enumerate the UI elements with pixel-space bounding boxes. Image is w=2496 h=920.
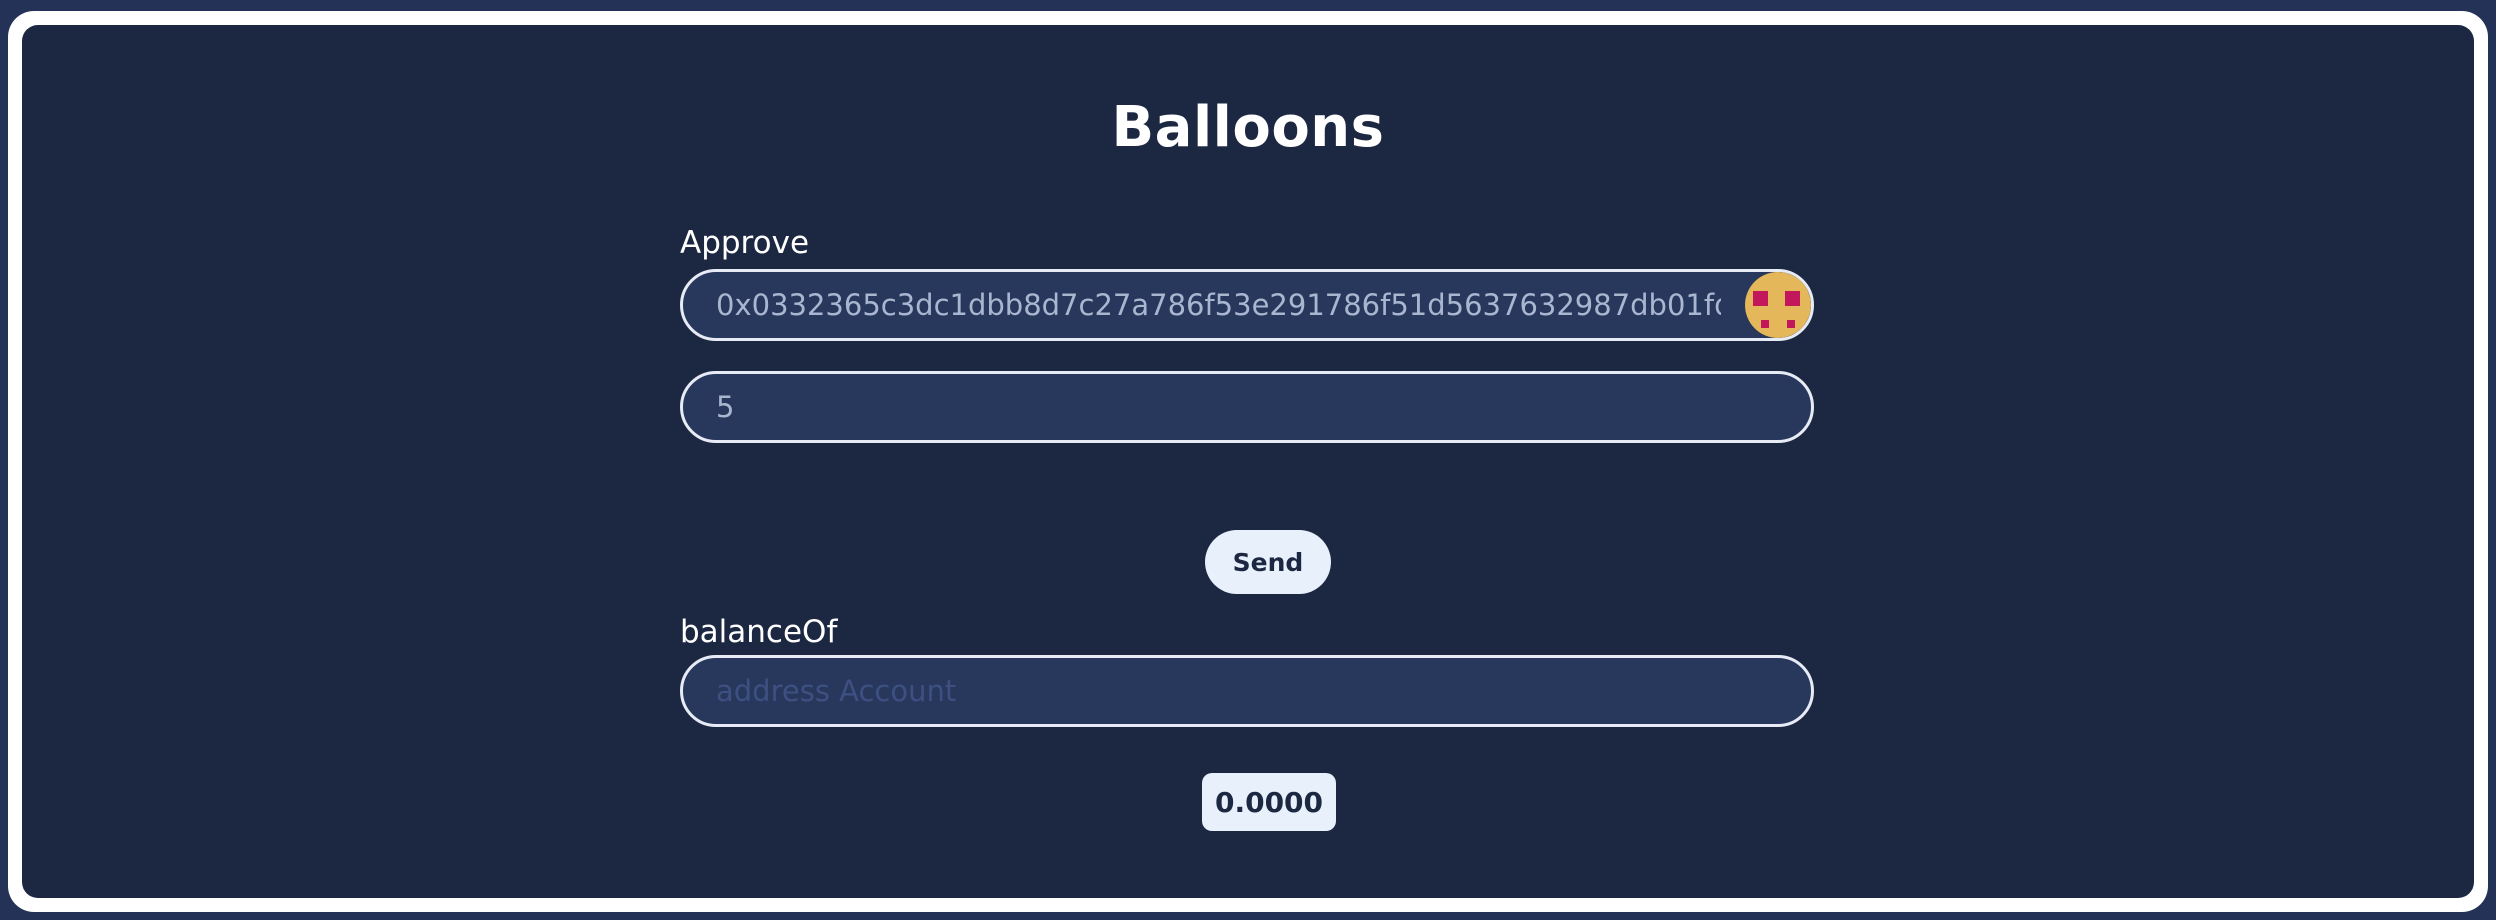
blockie-avatar-icon xyxy=(1745,272,1811,338)
balance-of-label: balanceOf xyxy=(680,614,838,650)
contract-panel: Balloons Approve Send balanceOf 0.0000 xyxy=(22,25,2474,898)
approve-address-field xyxy=(680,269,1814,341)
send-button[interactable]: Send xyxy=(1205,530,1331,594)
balance-of-field xyxy=(680,655,1814,727)
page-title: Balloons xyxy=(1111,95,1385,160)
approve-label: Approve xyxy=(680,225,810,261)
balance-result-badge: 0.0000 xyxy=(1202,773,1336,831)
app-frame: Balloons Approve Send balanceOf 0.0000 xyxy=(8,11,2488,912)
approve-amount-input[interactable] xyxy=(683,374,1811,440)
balance-of-address-input[interactable] xyxy=(683,658,1811,724)
approve-amount-field xyxy=(680,371,1814,443)
approve-address-input[interactable] xyxy=(683,272,1745,338)
